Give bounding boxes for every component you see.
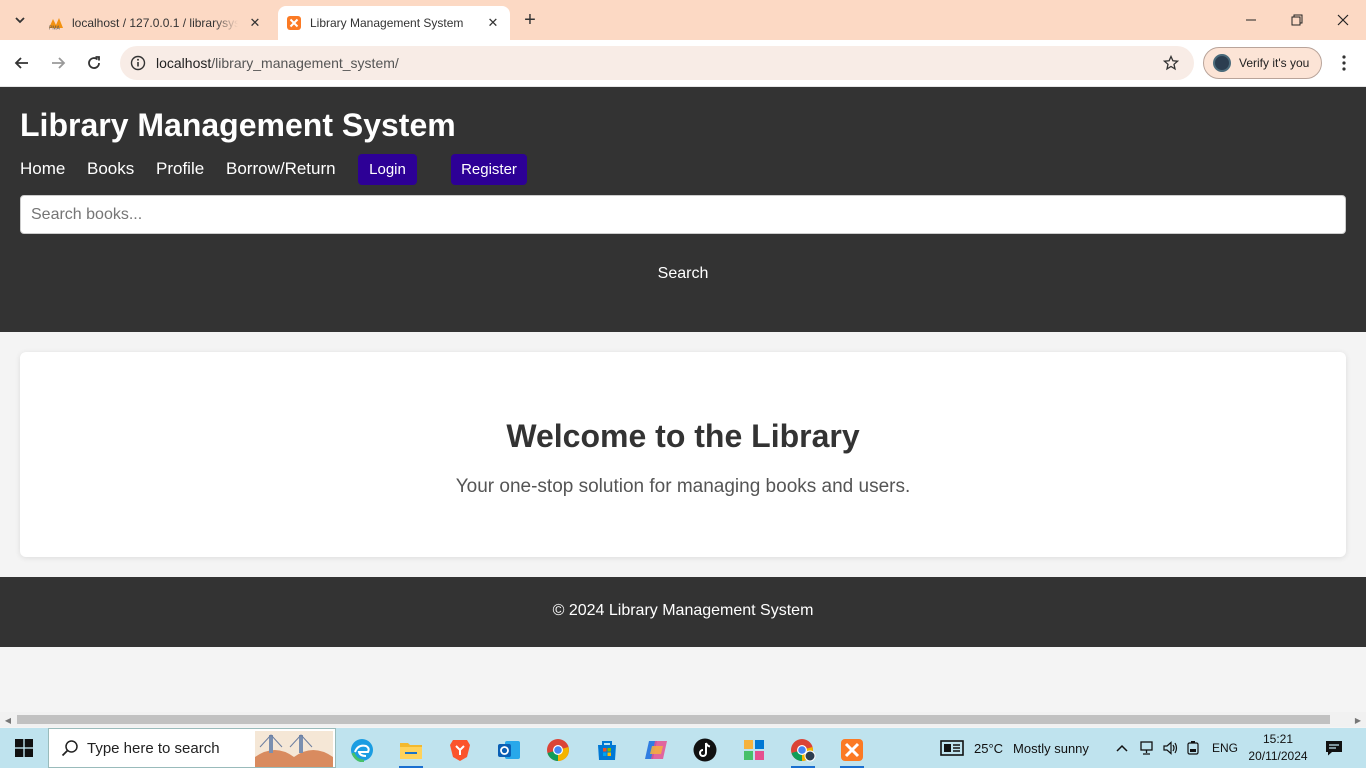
- url-text: localhost/library_management_system/: [156, 55, 399, 71]
- phpmyadmin-icon: PMA: [48, 15, 64, 31]
- xampp-icon: [286, 15, 302, 31]
- chrome-icon[interactable]: [538, 732, 578, 768]
- verify-profile-button[interactable]: Verify it's you: [1203, 47, 1322, 79]
- outlook-icon[interactable]: [489, 732, 529, 768]
- tab-library-management-system[interactable]: Library Management System ✕: [278, 6, 510, 40]
- browser-tab-bar: PMA localhost / 127.0.0.1 / librarysys ✕…: [0, 0, 1366, 40]
- svg-text:PMA: PMA: [49, 26, 61, 31]
- weather-temperature: 25°C: [974, 740, 1004, 756]
- verify-label: Verify it's you: [1239, 56, 1310, 70]
- microsoft-store-icon[interactable]: [587, 732, 627, 768]
- taskbar-clock[interactable]: 15:21 20/11/2024: [1245, 731, 1311, 765]
- windows-taskbar: Type here to search 25°C Mostly sunny EN…: [0, 728, 1366, 768]
- close-window-icon[interactable]: [1320, 0, 1366, 40]
- browser-menu-icon[interactable]: [1332, 49, 1356, 77]
- tab-title: Library Management System: [310, 16, 464, 30]
- chrome-profile-icon[interactable]: [783, 732, 823, 768]
- close-tab-icon[interactable]: ✕: [246, 14, 264, 32]
- restore-icon[interactable]: [1274, 0, 1320, 40]
- site-footer: © 2024 Library Management System: [0, 577, 1366, 647]
- search-books-input[interactable]: [20, 195, 1346, 234]
- welcome-subtext: Your one-stop solution for managing book…: [455, 476, 911, 497]
- search-button[interactable]: Search: [633, 262, 733, 286]
- copilot-icon[interactable]: [636, 732, 676, 768]
- apps-grid-icon[interactable]: [734, 732, 774, 768]
- bookmark-star-icon[interactable]: [1162, 54, 1180, 72]
- close-tab-icon[interactable]: ✕: [484, 14, 502, 32]
- notifications-icon[interactable]: [1322, 728, 1346, 768]
- tab-title: localhost / 127.0.0.1 / librarysys: [72, 16, 238, 30]
- network-icon[interactable]: [1138, 740, 1154, 756]
- search-icon: [61, 739, 79, 757]
- login-button[interactable]: Login: [358, 154, 417, 185]
- windows-start-icon[interactable]: [0, 728, 48, 768]
- battery-icon[interactable]: [1186, 740, 1200, 756]
- taskbar-search-placeholder: Type here to search: [87, 739, 220, 757]
- horizontal-scrollbar[interactable]: ◀ ▶: [0, 712, 1366, 727]
- profile-avatar-icon: [1213, 54, 1231, 72]
- nav-link-profile[interactable]: Profile: [156, 159, 204, 179]
- weather-widget[interactable]: 25°C Mostly sunny: [940, 728, 1089, 768]
- nav-link-home[interactable]: Home: [20, 159, 65, 179]
- back-arrow-icon[interactable]: [8, 49, 36, 77]
- weather-news-icon: [940, 739, 964, 757]
- scroll-left-arrow-icon[interactable]: ◀: [3, 715, 13, 725]
- volume-icon[interactable]: [1162, 740, 1178, 756]
- reload-icon[interactable]: [80, 49, 108, 77]
- register-button[interactable]: Register: [451, 154, 527, 185]
- system-tray: ENG: [1114, 728, 1238, 768]
- url-host: localhost: [156, 55, 212, 71]
- tiktok-icon[interactable]: [685, 732, 725, 768]
- minimize-icon[interactable]: [1228, 0, 1274, 40]
- search-highlight-bridge-icon: [255, 731, 333, 767]
- brave-icon[interactable]: [440, 732, 480, 768]
- scroll-right-arrow-icon[interactable]: ▶: [1353, 715, 1363, 725]
- language-indicator[interactable]: ENG: [1212, 741, 1238, 755]
- taskbar-search-box[interactable]: Type here to search: [48, 728, 336, 768]
- edge-icon[interactable]: [342, 732, 382, 768]
- nav-link-books[interactable]: Books: [87, 159, 134, 179]
- url-path: /library_management_system/: [211, 55, 399, 71]
- new-tab-plus-icon[interactable]: +: [518, 8, 542, 32]
- xampp-icon[interactable]: [832, 732, 872, 768]
- chevron-up-icon[interactable]: [1114, 744, 1130, 752]
- tab-list-chevron-icon[interactable]: [6, 6, 34, 34]
- site-title: Library Management System: [20, 107, 456, 143]
- file-explorer-icon[interactable]: [391, 732, 431, 768]
- scrollbar-thumb[interactable]: [17, 715, 1330, 724]
- footer-copyright: © 2024 Library Management System: [552, 602, 814, 619]
- tab-phpmyadmin[interactable]: PMA localhost / 127.0.0.1 / librarysys ✕: [40, 6, 272, 40]
- clock-time: 15:21: [1262, 732, 1294, 746]
- site-header: Library Management System Home Books Pro…: [0, 87, 1366, 332]
- forward-arrow-icon[interactable]: [44, 49, 72, 77]
- weather-description: Mostly sunny: [1013, 740, 1089, 756]
- nav-link-borrow-return[interactable]: Borrow/Return: [226, 159, 336, 179]
- clock-date: 20/11/2024: [1248, 749, 1308, 763]
- browser-toolbar: localhost/library_management_system/ Ver…: [0, 40, 1366, 87]
- welcome-heading: Welcome to the Library: [506, 418, 860, 454]
- address-bar[interactable]: localhost/library_management_system/: [120, 46, 1194, 80]
- site-info-icon[interactable]: [120, 46, 156, 80]
- welcome-card: Welcome to the Library Your one-stop sol…: [20, 352, 1346, 557]
